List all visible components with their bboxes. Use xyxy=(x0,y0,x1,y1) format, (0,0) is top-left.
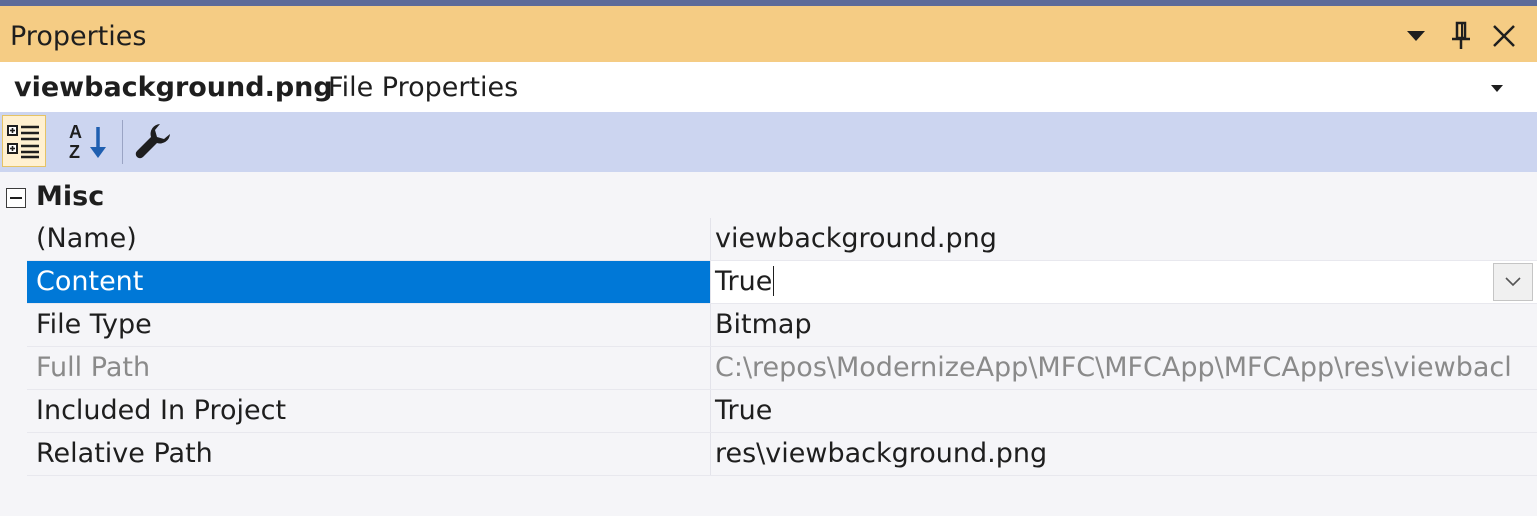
property-name: Included In Project xyxy=(36,395,287,426)
collapse-toggle-icon[interactable] xyxy=(6,188,26,208)
property-row-file-type[interactable]: File Type Bitmap xyxy=(27,304,1537,347)
categorized-icon xyxy=(7,125,39,159)
property-value[interactable]: C:\repos\ModernizeApp\MFC\MFCApp\MFCApp\… xyxy=(711,347,1537,389)
close-button[interactable] xyxy=(1487,16,1521,56)
property-value[interactable]: res\viewbackground.png xyxy=(711,433,1537,475)
property-row-full-path[interactable]: Full Path C:\repos\ModernizeApp\MFC\MFCA… xyxy=(27,347,1537,390)
property-value[interactable]: viewbackground.png xyxy=(711,218,1537,260)
svg-text:Z: Z xyxy=(69,142,80,161)
property-pages-button[interactable] xyxy=(131,115,175,167)
property-row-included-in-project[interactable]: Included In Project True xyxy=(27,390,1537,433)
svg-text:A: A xyxy=(69,122,82,142)
chevron-down-icon xyxy=(1491,84,1503,92)
property-row-content[interactable]: Content True xyxy=(27,261,1537,304)
properties-toolbar: A Z xyxy=(0,112,1537,172)
property-value: True xyxy=(715,266,773,297)
property-value-editor[interactable]: True xyxy=(711,261,1537,303)
property-name: File Type xyxy=(36,309,152,340)
wrench-icon xyxy=(135,124,170,159)
property-grid: Misc (Name) viewbackground.png Content T… xyxy=(0,172,1537,516)
close-icon xyxy=(1493,25,1515,47)
property-name: Relative Path xyxy=(36,438,213,469)
property-name: (Name) xyxy=(36,223,137,254)
properties-window: Properties viewbackground.png File Prope… xyxy=(0,0,1537,516)
pin-icon xyxy=(1452,21,1470,49)
categorized-button[interactable] xyxy=(2,115,46,167)
chevron-down-icon xyxy=(1505,277,1521,287)
window-menu-button[interactable] xyxy=(1399,16,1433,56)
title-bar: Properties xyxy=(0,6,1537,62)
object-selector[interactable]: viewbackground.png File Properties xyxy=(0,62,1537,112)
object-selector-dropdown[interactable] xyxy=(1480,74,1514,102)
value-dropdown-button[interactable] xyxy=(1493,263,1533,301)
category-row-misc[interactable]: Misc xyxy=(0,176,1537,218)
property-row-relative-path[interactable]: Relative Path res\viewbackground.png xyxy=(27,433,1537,476)
property-value[interactable]: Bitmap xyxy=(711,304,1537,346)
object-name: viewbackground.png xyxy=(14,72,333,103)
property-name: Full Path xyxy=(36,352,151,383)
dropdown-triangle-icon xyxy=(1407,31,1425,41)
object-type: File Properties xyxy=(328,72,519,103)
alphabetical-icon: A Z xyxy=(69,122,106,161)
property-name: Content xyxy=(27,261,710,303)
window-title: Properties xyxy=(10,21,147,52)
property-row-name[interactable]: (Name) viewbackground.png xyxy=(27,218,1537,261)
text-caret xyxy=(773,265,775,296)
property-value[interactable]: True xyxy=(711,390,1537,432)
pin-button[interactable] xyxy=(1444,16,1478,56)
toolbar-separator xyxy=(122,120,123,164)
category-label: Misc xyxy=(36,181,105,212)
alphabetical-button[interactable]: A Z xyxy=(65,115,109,167)
